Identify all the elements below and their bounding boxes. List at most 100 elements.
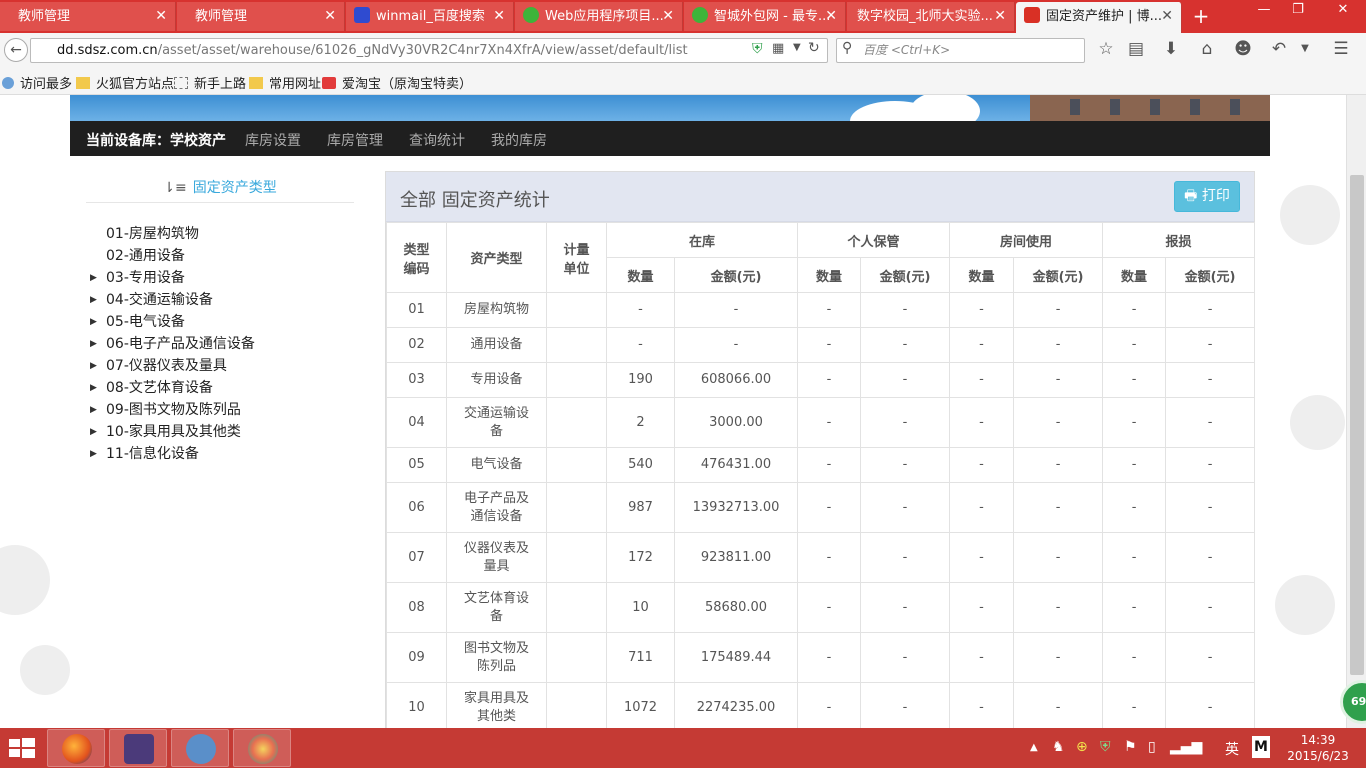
bookmark-folder[interactable]: 常用网址 [249, 73, 321, 92]
ime-mode-icon[interactable]: M [1252, 736, 1270, 758]
taskbar-java-ide[interactable] [109, 729, 167, 767]
nav-warehouse-settings[interactable]: 库房设置 [245, 130, 301, 150]
search-placeholder: 百度 <Ctrl+K> [863, 43, 951, 57]
search-input[interactable]: 百度 <Ctrl+K> [836, 38, 1085, 63]
tree-node[interactable]: ▶ 05-电气设备 [90, 311, 370, 333]
tree-node[interactable]: ▶ 07-仪器仪表及量具 [90, 355, 370, 377]
tree-node[interactable]: ▶ 06-电子产品及通信设备 [90, 333, 370, 355]
bookmark-most-visited[interactable]: 访问最多 [2, 73, 72, 92]
tree-node[interactable]: ▶ 10-家具用具及其他类 [90, 421, 370, 443]
tree-node[interactable]: ▶ 08-文艺体育设备 [90, 377, 370, 399]
shield-icon[interactable]: ⛨ [752, 41, 763, 57]
chat-icon[interactable]: ☻ [1232, 38, 1254, 60]
table-row: 09 图书文物及 陈列品 711 175489.44- - - - - - [386, 632, 1256, 683]
taskbar-paint[interactable] [233, 729, 291, 767]
address-bar[interactable]: dd.sdsz.com.cn/asset/asset/warehouse/610… [30, 38, 828, 63]
browser-tab[interactable]: winmail_百度搜索 ✕ [346, 2, 514, 31]
cell-asset-type: 电气设备 [446, 447, 547, 483]
expand-caret-icon[interactable]: ▶ [90, 355, 100, 377]
chevron-down-icon[interactable]: ▼ [1294, 38, 1316, 60]
sidebar-header[interactable]: ⇂≡ 固定资产类型 [86, 173, 354, 203]
undo-icon[interactable]: ↶ [1268, 38, 1290, 60]
close-tab-icon[interactable]: ✕ [493, 2, 505, 31]
cell-quantity: 2 [606, 397, 675, 448]
plus-icon[interactable]: ⊕ [1076, 739, 1088, 755]
green-globe-icon [523, 7, 539, 23]
expand-caret-icon[interactable]: ▶ [90, 399, 100, 421]
expand-caret-icon[interactable]: ▶ [90, 311, 100, 333]
dropdown-icon[interactable]: ▼ [793, 42, 801, 53]
shield-icon[interactable]: ⛨ [1100, 739, 1111, 755]
expand-caret-icon[interactable]: ▶ [90, 333, 100, 355]
close-tab-icon[interactable]: ✕ [155, 2, 167, 31]
taskbar-firefox[interactable] [47, 729, 105, 767]
cell-quantity: - [797, 447, 862, 483]
cell-amount: - [1013, 292, 1104, 328]
close-tab-icon[interactable]: ✕ [324, 2, 336, 31]
print-button[interactable]: 🖶 打印 [1174, 181, 1240, 212]
cell-amount: - [1165, 582, 1256, 633]
browser-tab-strip: 教师管理 ✕ 教师管理 ✕ winmail_百度搜索 ✕ Web应用程序项目..… [0, 0, 1366, 33]
expand-caret-icon[interactable]: ▶ [90, 421, 100, 443]
cell-type-code: 07 [386, 532, 447, 583]
close-tab-icon[interactable]: ✕ [1161, 2, 1173, 31]
show-hidden-icons[interactable]: ▲ [1030, 742, 1038, 753]
cell-amount: - [1165, 632, 1256, 683]
tab-label: winmail_百度搜索 [376, 9, 485, 24]
volume-icon[interactable]: 🔈︎ [1198, 739, 1206, 755]
tree-node[interactable]: ▶ 04-交通运输设备 [90, 289, 370, 311]
flag-icon[interactable]: ⚑ [1124, 739, 1137, 755]
download-icon[interactable]: ⬇ [1160, 38, 1182, 60]
windows-start-button[interactable] [0, 728, 44, 768]
home-icon[interactable]: ⌂ [1196, 38, 1218, 60]
reading-list-icon[interactable]: ▤ [1125, 38, 1147, 60]
bookmark-folder[interactable]: 火狐官方站点 [76, 73, 174, 92]
vertical-scrollbar[interactable] [1346, 95, 1366, 728]
nav-query-statistics[interactable]: 查询统计 [409, 130, 465, 150]
cell-quantity: - [949, 397, 1015, 448]
expand-caret-icon[interactable]: ▶ [90, 289, 100, 311]
menu-icon[interactable]: ☰ [1330, 38, 1352, 60]
back-button[interactable]: ← [4, 38, 28, 62]
tree-node[interactable]: 02-通用设备 [90, 245, 370, 267]
bookmark-getting-started[interactable]: 新手上路 [174, 73, 246, 92]
cell-quantity: - [606, 292, 675, 328]
qr-code-icon[interactable]: ▦ [772, 41, 784, 56]
bookmark-taobao[interactable]: 爱淘宝（原淘宝特卖） [322, 73, 472, 92]
browser-tab-active[interactable]: 固定资产维护 | 博... ✕ [1016, 2, 1182, 33]
close-tab-icon[interactable]: ✕ [994, 2, 1006, 31]
browser-tab[interactable]: 数字校园_北师大实验... ✕ [847, 2, 1015, 31]
nav-my-warehouse[interactable]: 我的库房 [491, 130, 547, 150]
header-damaged: 报损 [1102, 222, 1256, 258]
new-tab-button[interactable]: + [1188, 3, 1214, 29]
cell-unit [546, 682, 607, 728]
system-clock[interactable]: 14:39 2015/6/23 [1280, 732, 1356, 764]
expand-caret-icon[interactable]: ▶ [90, 267, 100, 289]
nav-warehouse-management[interactable]: 库房管理 [327, 130, 383, 150]
browser-tab[interactable]: Web应用程序项目... ✕ [515, 2, 683, 31]
cell-quantity: - [1102, 682, 1167, 728]
table-row: 04 交通运输设 备 2 3000.00- - - - - - [386, 397, 1256, 448]
reload-icon[interactable]: ↻ [808, 40, 820, 56]
scrollbar-thumb[interactable] [1350, 175, 1364, 675]
taskbar-dolphin-app[interactable] [171, 729, 229, 767]
input-method[interactable]: 英 [1225, 739, 1239, 759]
expand-caret-icon[interactable]: ▶ [90, 443, 100, 465]
bookmark-star-icon[interactable]: ☆ [1095, 38, 1117, 60]
browser-tab[interactable]: 智城外包网 - 最专... ✕ [684, 2, 846, 31]
tree-node[interactable]: ▶ 11-信息化设备 [90, 443, 370, 465]
tree-node[interactable]: ▶ 03-专用设备 [90, 267, 370, 289]
tree-node[interactable]: 01-房屋构筑物 [90, 223, 370, 245]
network-device-icon[interactable]: ▯ [1148, 739, 1156, 755]
close-tab-icon[interactable]: ✕ [662, 2, 674, 31]
close-window-button[interactable]: ✕ [1320, 0, 1366, 20]
browser-tab[interactable]: 教师管理 ✕ [0, 2, 176, 31]
qq-icon[interactable]: ♞ [1052, 739, 1065, 755]
cell-amount: - [673, 292, 799, 328]
close-tab-icon[interactable]: ✕ [825, 2, 837, 31]
building-window [1190, 99, 1200, 115]
browser-tab[interactable]: 教师管理 ✕ [177, 2, 345, 31]
tree-node[interactable]: ▶ 09-图书文物及陈列品 [90, 399, 370, 421]
restore-button[interactable]: ❐ [1278, 0, 1318, 20]
expand-caret-icon[interactable]: ▶ [90, 377, 100, 399]
